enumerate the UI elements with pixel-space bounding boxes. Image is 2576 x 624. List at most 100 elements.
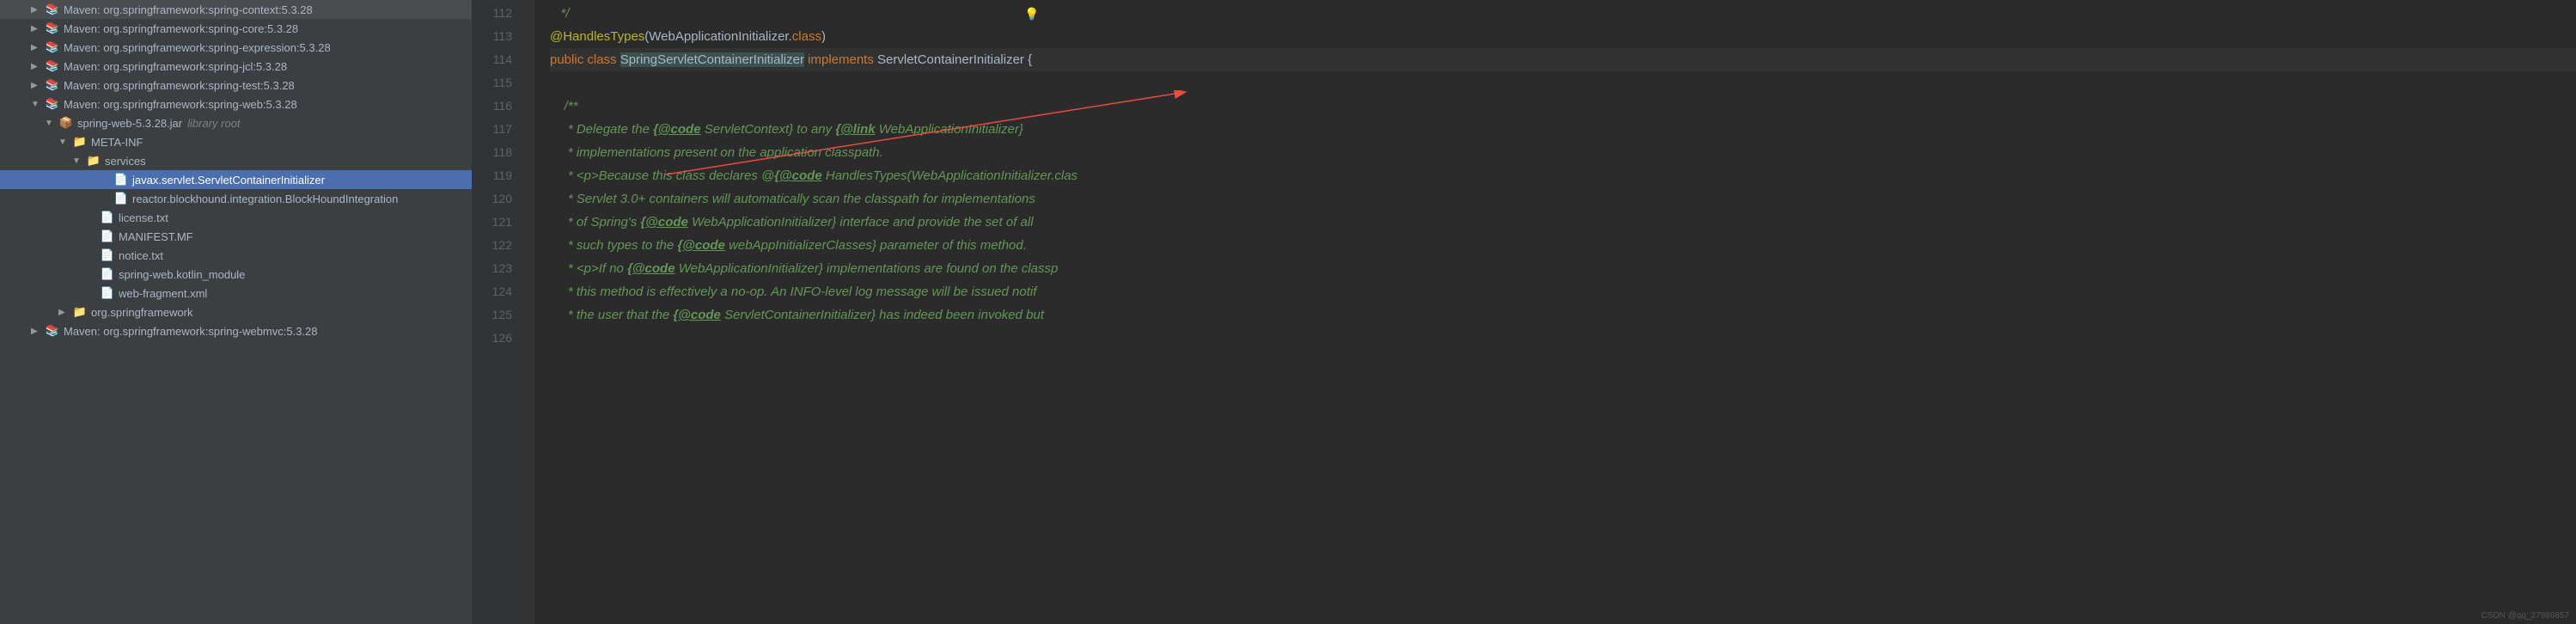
tree-arrow-icon[interactable]: ▶ — [58, 308, 72, 317]
tree-arrow-icon[interactable]: ▼ — [45, 119, 58, 128]
code-line: * such types to the {@code webAppInitial… — [550, 234, 2576, 257]
tree-item[interactable]: ▶📚 Maven: org.springframework:spring-cont… — [0, 0, 472, 19]
intention-bulb-icon[interactable]: 💡 — [1024, 7, 1039, 21]
tree-item-label: Maven: org.springframework:spring-test:5… — [64, 79, 295, 92]
tree-item[interactable]: ▶📁org.springframework — [0, 303, 472, 321]
tree-item-label: Maven: org.springframework:spring-webmvc… — [64, 325, 318, 338]
code-line: * Servlet 3.0+ containers will automatic… — [550, 187, 2576, 211]
line-number[interactable]: 115 — [473, 71, 524, 95]
tree-item[interactable]: 📄 license.txt — [0, 208, 472, 227]
tree-item[interactable]: ▼📚 Maven: org.springframework:spring-web:… — [0, 95, 472, 113]
code-line: * the user that the {@code ServletContai… — [550, 303, 2576, 327]
tree-arrow-icon[interactable]: ▶ — [31, 327, 45, 336]
file-icon: 📄 — [113, 173, 129, 187]
tree-arrow-icon[interactable]: ▶ — [31, 24, 45, 34]
maven-icon: 📚 — [45, 324, 60, 338]
tree-item[interactable]: ▼📦spring-web-5.3.28.jarlibrary root — [0, 113, 472, 132]
tree-item-label: Maven: org.springframework:spring-core:5… — [64, 22, 298, 35]
maven-icon: 📚 — [45, 97, 60, 111]
line-number[interactable]: 121 — [473, 211, 524, 234]
code-line — [550, 71, 2576, 95]
tree-item-suffix: library root — [187, 117, 240, 130]
line-number[interactable]: 119 — [473, 164, 524, 187]
line-number[interactable]: 124 — [473, 280, 524, 303]
maven-icon: 📚 — [45, 21, 60, 35]
tree-item[interactable]: ▶📚 Maven: org.springframework:spring-expr… — [0, 38, 472, 57]
line-number[interactable]: 122 — [473, 234, 524, 257]
indent-guide — [524, 0, 534, 624]
code-line: @HandlesTypes(WebApplicationInitializer.… — [550, 25, 2576, 48]
tree-arrow-icon[interactable]: ▶ — [31, 5, 45, 15]
tree-item[interactable]: 📄 web-fragment.xml — [0, 284, 472, 303]
folder-icon: 📁 — [72, 305, 88, 319]
line-number[interactable]: 123 — [473, 257, 524, 280]
tree-item[interactable]: 📄 spring-web.kotlin_module — [0, 265, 472, 284]
line-number[interactable]: 116 — [473, 95, 524, 118]
tree-item-label: Maven: org.springframework:spring-web:5.… — [64, 98, 297, 111]
line-number[interactable]: 118 — [473, 141, 524, 164]
code-line: * implementations present on the applica… — [550, 141, 2576, 164]
code-editor[interactable]: 1121131141151161171181191201211221231241… — [473, 0, 2576, 624]
maven-icon: 📚 — [45, 40, 60, 54]
tree-item-label: META-INF — [91, 136, 143, 149]
tree-arrow-icon[interactable]: ▶ — [31, 62, 45, 71]
tree-item-label: MANIFEST.MF — [119, 230, 193, 243]
code-line-current: public class SpringServletContainerIniti… — [550, 48, 2576, 71]
line-number[interactable]: 120 — [473, 187, 524, 211]
code-line: * this method is effectively a no-op. An… — [550, 280, 2576, 303]
tree-item[interactable]: 📄 notice.txt — [0, 246, 472, 265]
tree-item-label: web-fragment.xml — [119, 287, 207, 300]
tree-item-label: spring-web-5.3.28.jar — [77, 117, 182, 130]
folder-icon: 📁 — [86, 154, 101, 168]
tree-item-label: Maven: org.springframework:spring-expres… — [64, 41, 331, 54]
file-icon: 📄 — [100, 267, 115, 281]
line-number[interactable]: 114 — [473, 48, 524, 71]
tree-item-label: spring-web.kotlin_module — [119, 268, 245, 281]
line-number[interactable]: 117 — [473, 118, 524, 141]
tree-item-label: javax.servlet.ServletContainerInitialize… — [132, 174, 325, 187]
tree-item[interactable]: ▼📁META-INF — [0, 132, 472, 151]
line-number[interactable]: 126 — [473, 327, 524, 350]
tree-item[interactable]: ▶📚 Maven: org.springframework:spring-test… — [0, 76, 472, 95]
tree-arrow-icon[interactable]: ▼ — [72, 156, 86, 166]
tree-item-label: license.txt — [119, 211, 168, 224]
tree-arrow-icon[interactable]: ▼ — [31, 100, 45, 109]
tree-item[interactable]: 📄 MANIFEST.MF — [0, 227, 472, 246]
watermark: CSDN @qq_27986857 — [2481, 611, 2569, 621]
tree-item-label: notice.txt — [119, 249, 163, 262]
xml-icon: 📄 — [100, 286, 115, 300]
maven-icon: 📚 — [45, 78, 60, 92]
code-line: */ — [550, 2, 2576, 25]
file-icon: 📄 — [113, 192, 129, 205]
tree-item[interactable]: 📄reactor.blockhound.integration.BlockHou… — [0, 189, 472, 208]
line-number[interactable]: 113 — [473, 25, 524, 48]
code-line: * Delegate the {@code ServletContext} to… — [550, 118, 2576, 141]
code-line: * <p>Because this class declares @{@code… — [550, 164, 2576, 187]
maven-icon: 📚 — [45, 59, 60, 73]
tree-arrow-icon[interactable]: ▶ — [31, 43, 45, 52]
file-icon: 📄 — [100, 229, 115, 243]
tree-item[interactable]: ▼📁 services — [0, 151, 472, 170]
tree-item-label: Maven: org.springframework:spring-jcl:5.… — [64, 60, 287, 73]
line-number[interactable]: 125 — [473, 303, 524, 327]
code-line: /** — [550, 95, 2576, 118]
line-gutter: 1121131141151161171181191201211221231241… — [473, 0, 524, 624]
maven-icon: 📚 — [45, 3, 60, 16]
line-number[interactable]: 112 — [473, 2, 524, 25]
tree-item[interactable]: ▶📚 Maven: org.springframework:spring-webm… — [0, 321, 472, 340]
folder-icon: 📁 — [72, 135, 88, 149]
tree-item-label: org.springframework — [91, 306, 193, 319]
tree-item[interactable]: ▶📚 Maven: org.springframework:spring-core… — [0, 19, 472, 38]
tree-arrow-icon[interactable]: ▼ — [58, 138, 72, 147]
tree-item-label: services — [105, 155, 146, 168]
tree-item-label: reactor.blockhound.integration.BlockHoun… — [132, 193, 398, 205]
file-icon: 📄 — [100, 211, 115, 224]
code-area[interactable]: */ @HandlesTypes(WebApplicationInitializ… — [534, 0, 2576, 624]
tree-arrow-icon[interactable]: ▶ — [31, 81, 45, 90]
tree-item[interactable]: ▶📚 Maven: org.springframework:spring-jcl:… — [0, 57, 472, 76]
code-line: * of Spring's {@code WebApplicationIniti… — [550, 211, 2576, 234]
tree-item[interactable]: 📄javax.servlet.ServletContainerInitializ… — [0, 170, 472, 189]
project-tree[interactable]: ▶📚Maven: org.springframework:spring-cont… — [0, 0, 473, 624]
tree-item-label: Maven: org.springframework:spring-contex… — [64, 3, 313, 16]
file-icon: 📄 — [100, 248, 115, 262]
